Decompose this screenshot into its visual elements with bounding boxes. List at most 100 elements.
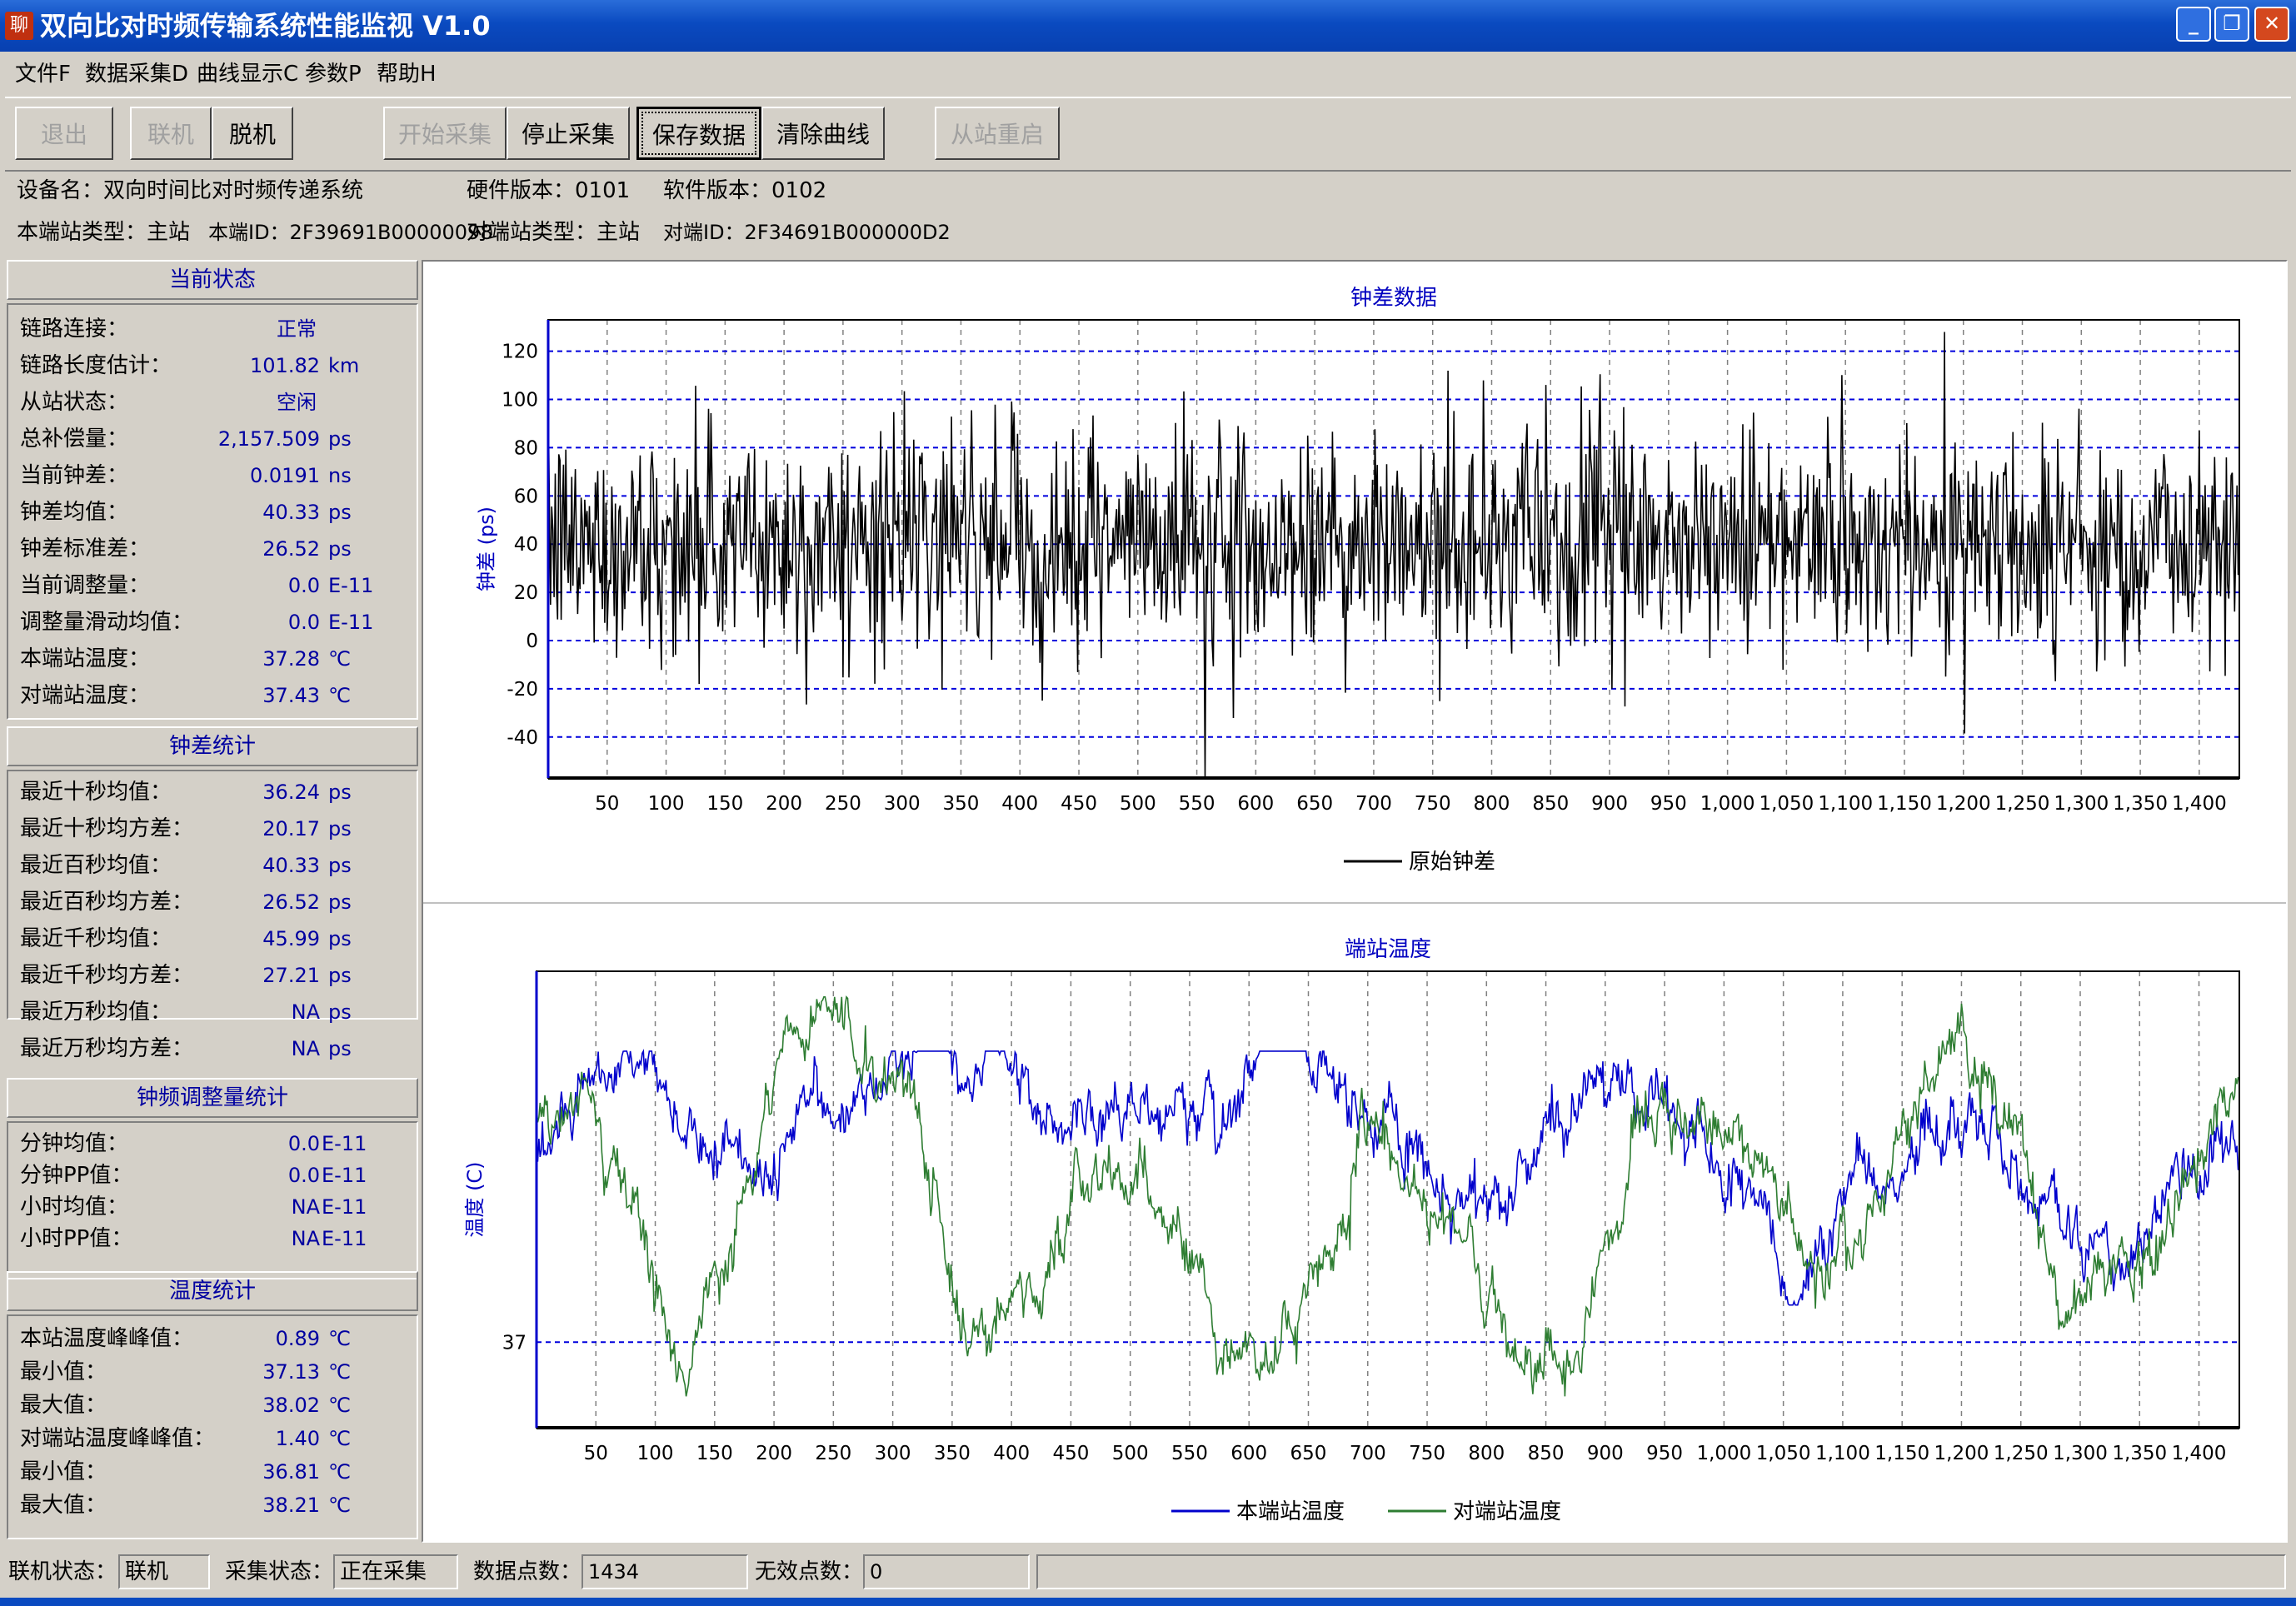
x-tick-label: 1,100 xyxy=(1818,793,1873,815)
chart-title: 钟差数据 xyxy=(1350,286,1437,311)
stat-value: 37.13 xyxy=(262,1360,320,1384)
stat-unit: ps xyxy=(328,964,352,987)
close-button[interactable]: ✕ xyxy=(2254,7,2289,42)
app-icon[interactable]: 聊 xyxy=(5,12,33,40)
x-tick-label: 1,250 xyxy=(1995,793,2050,815)
stat-label: 小时PP值： xyxy=(20,1226,133,1251)
x-tick-label: 250 xyxy=(815,1443,851,1464)
stat-unit: ps xyxy=(328,817,352,840)
stat-value: 0.89 xyxy=(275,1327,320,1350)
stat-unit: ps xyxy=(328,427,352,451)
x-tick-label: 1,300 xyxy=(2053,1443,2108,1464)
charts-canvas: 钟差数据钟差 (ps)50 100 150 200 250 300 350 400 450 500… xyxy=(423,286,2286,1524)
x-tick-label: 500 xyxy=(1120,793,1156,815)
y-tick-label: 80 xyxy=(514,437,538,459)
chart-area: 钟差数据 钟差 (ps) 50 100 150 200 250 300 350 400 450 500… xyxy=(422,260,2288,1543)
stat-value: 38.21 xyxy=(262,1494,320,1517)
x-tick-label: 550 xyxy=(1179,793,1215,815)
stat-unit: E-11 xyxy=(322,1227,367,1250)
offline-button[interactable]: 脱机 xyxy=(212,107,293,160)
stat-value: 36.81 xyxy=(262,1460,320,1484)
stat-unit: ps xyxy=(328,1000,352,1024)
stop-acquisition-button[interactable]: 停止采集 xyxy=(507,107,630,160)
x-tick-label: 200 xyxy=(766,793,802,815)
stat-unit: ℃ xyxy=(328,1360,351,1384)
stat-value: 40.33 xyxy=(262,501,320,524)
x-tick-label: 100 xyxy=(648,793,685,815)
slave-restart-button[interactable]: 从站重启 xyxy=(935,107,1060,160)
menu-data-acquisition[interactable]: 数据采集D xyxy=(85,60,188,88)
x-tick-label: 1,400 xyxy=(2172,1443,2227,1464)
x-tick-label: 400 xyxy=(1001,793,1038,815)
stat-label: 链路长度估计： xyxy=(20,353,172,378)
stat-label: 最大值： xyxy=(20,1493,107,1518)
stat-unit: E-11 xyxy=(328,611,374,634)
stat-label: 钟差均值： xyxy=(20,500,129,525)
x-tick-label: 1,000 xyxy=(1700,793,1755,815)
stat-label: 当前调整量： xyxy=(20,573,151,598)
stat-unit: E-11 xyxy=(322,1164,367,1187)
stat-label: 最小值： xyxy=(20,1459,107,1484)
x-tick-label: 500 xyxy=(1112,1443,1149,1464)
x-tick-label: 300 xyxy=(875,1443,911,1464)
stat-value: 45.99 xyxy=(262,927,320,950)
stat-label: 分钟PP值： xyxy=(20,1163,133,1188)
x-tick-label: 1,000 xyxy=(1696,1443,1751,1464)
minimize-button[interactable]: _ xyxy=(2176,7,2211,42)
stat-unit: km xyxy=(328,354,360,377)
x-tick-label: 1,050 xyxy=(1756,1443,1811,1464)
stat-label: 分钟均值： xyxy=(20,1131,129,1156)
stat-unit: ps xyxy=(328,537,352,561)
x-tick-label: 950 xyxy=(1650,793,1687,815)
menu-parameters[interactable]: 参数P xyxy=(305,60,362,88)
stat-label: 小时均值： xyxy=(20,1195,129,1219)
menu-help[interactable]: 帮助H xyxy=(377,60,437,88)
chart-1: 端站温度温度 (C) 50 100 150 200 250 300 350 400 450 500 5… xyxy=(463,937,2240,1524)
stat-unit: ℃ xyxy=(328,647,351,671)
x-tick-label: 450 xyxy=(1052,1443,1089,1464)
connection-status-value: 联机 xyxy=(118,1554,210,1589)
exit-button[interactable]: 退出 xyxy=(15,107,113,160)
menu-curve-display[interactable]: 曲线显示C xyxy=(197,60,298,88)
x-tick-label: 800 xyxy=(1468,1443,1505,1464)
x-tick-label: 400 xyxy=(993,1443,1030,1464)
section-clock-stats-header: 钟差统计 xyxy=(7,726,418,766)
x-tick-label: 650 xyxy=(1290,1443,1327,1464)
software-version: 软件版本：0102 xyxy=(663,178,827,203)
x-tick-label: 750 xyxy=(1415,793,1451,815)
menu-file[interactable]: 文件F xyxy=(15,60,71,88)
chart-title: 端站温度 xyxy=(1345,937,1431,962)
stat-label: 对端站温度峰峰值： xyxy=(20,1426,216,1451)
x-tick-label: 800 xyxy=(1474,793,1510,815)
x-tick-label: 1,250 xyxy=(1994,1443,2049,1464)
x-tick-label: 750 xyxy=(1409,1443,1445,1464)
stat-value: 36.24 xyxy=(262,781,320,804)
stat-unit: ps xyxy=(328,927,352,950)
y-tick-label: 20 xyxy=(514,582,538,604)
x-tick-label: 1,200 xyxy=(1936,793,1991,815)
save-data-button[interactable]: 保存数据 xyxy=(636,107,761,160)
clear-curve-button[interactable]: 清除曲线 xyxy=(761,107,885,160)
stat-unit: ℃ xyxy=(328,684,351,707)
stat-label: 链路连接： xyxy=(20,317,129,342)
acquisition-status-label: 采集状态： xyxy=(225,1559,334,1584)
y-tick-label: 37 xyxy=(502,1332,527,1354)
y-tick-label: -20 xyxy=(507,679,538,701)
x-tick-label: 550 xyxy=(1171,1443,1208,1464)
stat-value: 27.21 xyxy=(262,964,320,987)
x-tick-label: 350 xyxy=(943,793,980,815)
x-tick-label: 700 xyxy=(1350,1443,1386,1464)
stat-label: 本站温度峰峰值： xyxy=(20,1326,194,1351)
x-tick-label: 600 xyxy=(1237,793,1274,815)
start-acquisition-button[interactable]: 开始采集 xyxy=(383,107,507,160)
stat-value: 空闲 xyxy=(277,391,317,414)
x-tick-label: 200 xyxy=(756,1443,792,1464)
legend-entry: 本端站温度 xyxy=(1236,1499,1345,1524)
online-button[interactable]: 联机 xyxy=(130,107,212,160)
local-station-type: 本端站类型：主站 xyxy=(17,220,191,245)
restore-button[interactable]: ❐ xyxy=(2214,7,2249,42)
remote-station-type: 对端站类型：主站 xyxy=(467,220,641,245)
chart-0: 钟差数据钟差 (ps)50 100 150 200 250 300 350 400 450 500… xyxy=(475,286,2240,875)
stat-label: 从站状态： xyxy=(20,390,129,415)
local-station-id: 本端ID：2F39691B00000098 xyxy=(208,221,493,244)
